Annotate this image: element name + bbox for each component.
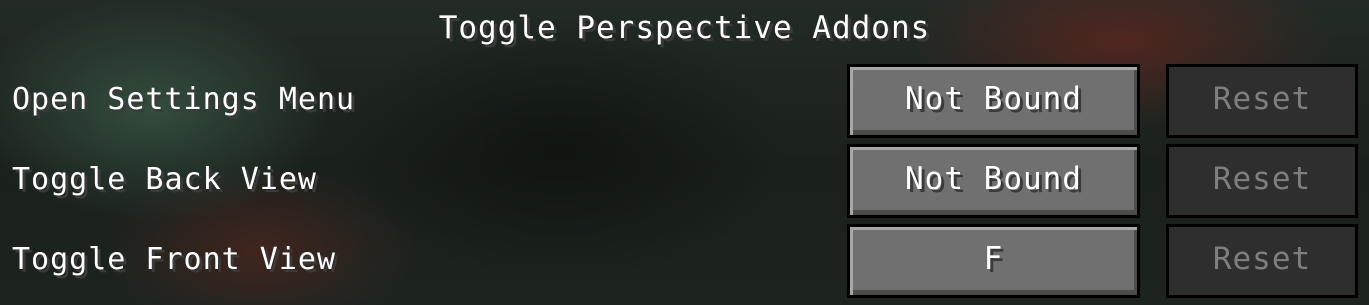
keybind-label: Open Settings Menu <box>12 82 356 117</box>
keybind-label: Toggle Back View <box>12 162 317 197</box>
reset-button-toggle-back-view: Reset <box>1166 144 1358 218</box>
keybind-button-open-settings-menu[interactable]: Not Bound <box>847 64 1140 138</box>
keybind-row-toggle-front-view: Toggle Front View F Reset <box>0 224 1369 298</box>
keybind-row-toggle-back-view: Toggle Back View Not Bound Reset <box>0 144 1369 218</box>
reset-button-toggle-front-view: Reset <box>1166 224 1358 298</box>
screen-title: Toggle Perspective Addons <box>438 10 931 46</box>
keybind-row-open-settings-menu: Open Settings Menu Not Bound Reset <box>0 64 1369 138</box>
keybind-button-toggle-front-view[interactable]: F <box>847 224 1140 298</box>
keybind-button-toggle-back-view[interactable]: Not Bound <box>847 144 1140 218</box>
reset-button-open-settings-menu: Reset <box>1166 64 1358 138</box>
keybind-label: Toggle Front View <box>12 242 337 277</box>
